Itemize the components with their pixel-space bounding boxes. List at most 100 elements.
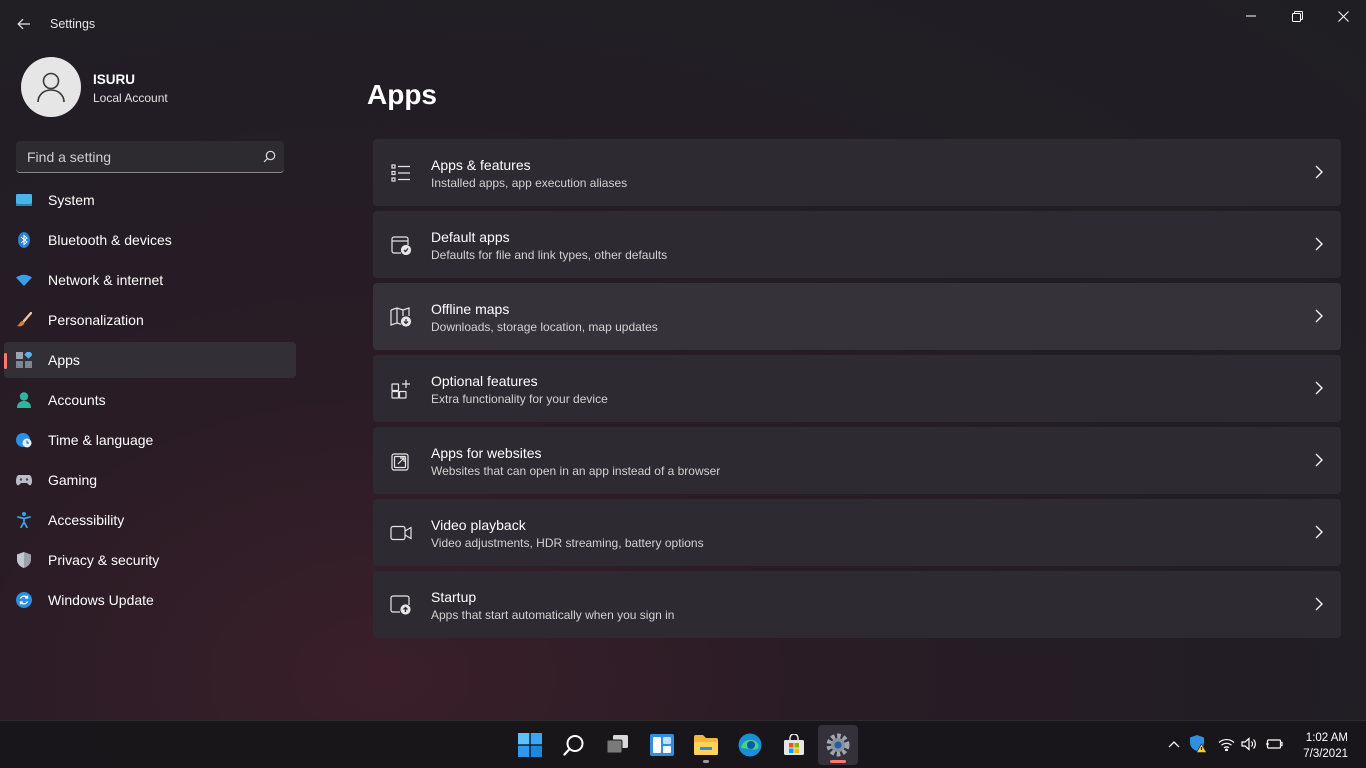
card-subtitle: Video adjustments, HDR streaming, batter…: [431, 536, 704, 550]
gamepad-icon: [16, 472, 32, 488]
card-title: Startup: [431, 589, 477, 605]
sidebar-item-personalization[interactable]: Personalization: [4, 302, 296, 338]
sidebar-item-system[interactable]: System: [4, 182, 296, 218]
wifi-icon: [16, 272, 32, 288]
sidebar-item-windows-update[interactable]: Windows Update: [4, 582, 296, 618]
apps-icon: [16, 352, 32, 368]
sidebar-item-label: Windows Update: [48, 592, 154, 608]
close-icon: [1337, 10, 1349, 22]
settings-icon: [826, 733, 850, 757]
security-tray-button[interactable]: [1189, 735, 1207, 753]
sidebar-item-accessibility[interactable]: Accessibility: [4, 502, 296, 538]
list-icon: [390, 162, 412, 184]
sidebar-item-apps[interactable]: Apps: [4, 342, 296, 378]
sidebar-item-label: Network & internet: [48, 272, 164, 288]
sidebar-item-gaming[interactable]: Gaming: [4, 462, 296, 498]
back-arrow-icon: [17, 18, 30, 30]
sidebar-item-label: System: [48, 192, 95, 208]
search-input[interactable]: [16, 141, 256, 172]
window-title: Settings: [50, 17, 96, 31]
card-apps-features[interactable]: Apps & features Installed apps, app exec…: [373, 139, 1341, 206]
widgets-button[interactable]: [642, 725, 682, 765]
file-explorer-icon: [694, 735, 718, 755]
card-title: Optional features: [431, 373, 538, 389]
chevron-right-icon: [1315, 381, 1323, 395]
volume-tray-button[interactable]: [1240, 735, 1258, 753]
sidebar-item-label: Accounts: [48, 392, 106, 408]
battery-tray-button[interactable]: [1265, 735, 1283, 753]
taskbar-search-button[interactable]: [554, 725, 594, 765]
sidebar-item-accounts[interactable]: Accounts: [4, 382, 296, 418]
active-indicator: [830, 760, 846, 763]
clock-date: 7/3/2021: [1303, 748, 1348, 760]
settings-taskbar-button[interactable]: [818, 725, 858, 765]
person-icon: [37, 72, 65, 103]
card-title: Apps for websites: [431, 445, 542, 461]
widgets-icon: [650, 734, 674, 756]
page-title: Apps: [367, 79, 437, 110]
clock-time: 1:02 AM: [1305, 732, 1348, 744]
clock[interactable]: 1:02 AM 7/3/2021: [1290, 730, 1348, 762]
chevron-right-icon: [1315, 453, 1323, 467]
speaker-icon: [1241, 737, 1256, 751]
card-subtitle: Extra functionality for your device: [431, 392, 608, 406]
sidebar-item-bluetooth[interactable]: Bluetooth & devices: [4, 222, 296, 258]
chevron-right-icon: [1315, 237, 1323, 251]
sidebar-item-privacy[interactable]: Privacy & security: [4, 542, 296, 578]
globe-clock-icon: [16, 432, 32, 448]
edge-button[interactable]: [730, 725, 770, 765]
avatar: [21, 57, 81, 117]
wifi-icon: [1218, 738, 1234, 751]
chevron-right-icon: [1315, 525, 1323, 539]
sidebar-item-label: Accessibility: [48, 512, 125, 528]
account-type: Local Account: [93, 91, 168, 105]
store-icon: [784, 734, 804, 755]
back-button[interactable]: [10, 11, 38, 37]
store-button[interactable]: [774, 725, 814, 765]
minimize-button[interactable]: [1228, 0, 1274, 32]
card-apps-for-websites[interactable]: Apps for websites Websites that can open…: [373, 427, 1341, 494]
map-icon: [390, 306, 412, 328]
settings-cards: Apps & features Installed apps, app exec…: [373, 139, 1341, 643]
sidebar-item-network[interactable]: Network & internet: [4, 262, 296, 298]
sidebar-item-time-language[interactable]: Time & language: [4, 422, 296, 458]
update-icon: [16, 592, 32, 608]
search-box: [16, 141, 284, 173]
sidebar-item-label: Apps: [48, 352, 80, 368]
card-offline-maps[interactable]: Offline maps Downloads, storage location…: [373, 283, 1341, 350]
add-features-icon: [390, 378, 412, 400]
search-icon[interactable]: [263, 150, 276, 163]
task-view-button[interactable]: [598, 725, 638, 765]
sidebar-item-label: Privacy & security: [48, 552, 160, 568]
accessibility-icon: [16, 512, 32, 528]
chevron-right-icon: [1315, 165, 1323, 179]
search-icon: [563, 735, 584, 756]
show-hidden-icons-button[interactable]: [1165, 735, 1183, 753]
sidebar-item-label: Bluetooth & devices: [48, 232, 172, 248]
startup-icon: [390, 594, 412, 616]
card-subtitle: Installed apps, app execution aliases: [431, 176, 628, 190]
card-video-playback[interactable]: Video playback Video adjustments, HDR st…: [373, 499, 1341, 566]
system-icon: [16, 192, 32, 208]
user-profile[interactable]: ISURU Local Account: [21, 57, 311, 117]
start-icon: [518, 733, 542, 757]
minimize-icon: [1246, 15, 1256, 17]
network-tray-button[interactable]: [1217, 735, 1235, 753]
battery-charging-icon: [1266, 739, 1283, 749]
defender-warning-icon: [1190, 735, 1207, 753]
card-title: Offline maps: [431, 301, 510, 317]
card-startup[interactable]: Startup Apps that start automatically wh…: [373, 571, 1341, 638]
card-optional-features[interactable]: Optional features Extra functionality fo…: [373, 355, 1341, 422]
brush-icon: [16, 312, 32, 328]
card-default-apps[interactable]: Default apps Defaults for file and link …: [373, 211, 1341, 278]
file-explorer-button[interactable]: [686, 725, 726, 765]
edge-icon: [738, 733, 762, 757]
video-icon: [390, 522, 412, 544]
restore-button[interactable]: [1274, 0, 1320, 32]
taskbar: [0, 720, 1366, 768]
close-button[interactable]: [1320, 0, 1366, 32]
open-external-icon: [390, 450, 412, 472]
card-subtitle: Downloads, storage location, map updates: [431, 320, 658, 334]
start-button[interactable]: [510, 725, 550, 765]
sidebar-item-label: Time & language: [48, 432, 154, 448]
